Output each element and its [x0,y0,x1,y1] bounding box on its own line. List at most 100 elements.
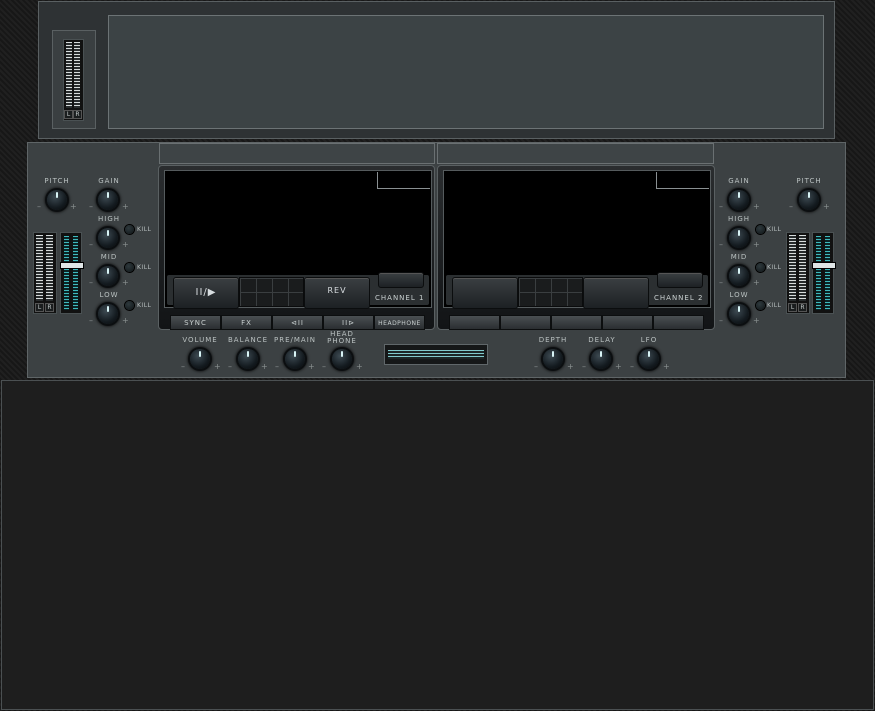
balance-plus: + [261,362,268,371]
pitch-plus-left: + [70,202,77,211]
deck1-channel-label: CHANNEL 1 [375,294,425,302]
channel1-fader-handle[interactable] [60,262,84,269]
balance-knob[interactable] [238,349,258,369]
mid-eq-knob-right[interactable] [729,266,749,286]
deck1-play-pause-button[interactable]: II/▶ [173,277,239,309]
high-eq-knob-left[interactable] [98,228,118,248]
high-kill-label-right: KILL [767,226,782,233]
mid-minus-left: – [89,278,93,287]
high-label-right: HIGH [727,215,751,223]
channel2-fader-handle[interactable] [812,262,836,269]
mid-eq-knob-left[interactable] [98,266,118,286]
pitch-minus-left: – [37,202,41,211]
master-meter-l-label: L [64,110,73,119]
gain-plus-left: + [122,202,129,211]
low-minus-right: – [719,316,723,325]
low-label-right: LOW [729,291,749,299]
channel1-meter-l-label: L [35,303,44,312]
gain-label-right: GAIN [728,177,750,185]
mid-plus-right: + [753,278,760,287]
pre-main-minus: – [275,362,279,371]
channel1-volume-fader[interactable] [60,232,84,314]
headphone-knob[interactable] [332,349,352,369]
gain-label-left: GAIN [98,177,120,185]
deck2-strip-button-2[interactable] [500,315,551,330]
low-kill-button-left[interactable] [125,301,134,310]
deck2-strip-button-4[interactable] [602,315,653,330]
deck2-strip-button-3[interactable] [551,315,602,330]
master-meter-r-label: R [73,110,82,119]
pitch-knob-left[interactable] [47,190,67,210]
deck2-strip-button-1[interactable] [449,315,500,330]
high-kill-button-left[interactable] [125,225,134,234]
deck2-channel-label: CHANNEL 2 [654,294,704,302]
low-label-left: LOW [99,291,119,299]
mid-label-left: MID [100,253,118,261]
headphone-minus: – [322,362,326,371]
deck2-cue-button[interactable] [657,272,703,288]
channel2-volume-fader[interactable] [812,232,836,314]
low-plus-left: + [122,316,129,325]
lfo-plus: + [663,362,670,371]
top-panel: L R [38,1,835,139]
high-kill-label-left: KILL [137,226,152,233]
deck1-reverse-button[interactable]: REV [304,277,370,309]
crossfader[interactable] [384,344,488,365]
channel1-meter-right-bar [46,235,53,301]
depth-plus: + [567,362,574,371]
pitch-knob-right[interactable] [799,190,819,210]
high-eq-knob-right[interactable] [729,228,749,248]
low-kill-label-right: KILL [767,302,782,309]
deck1-title-bar [159,143,435,164]
high-minus-right: – [719,240,723,249]
channel2-fader-track-right [825,236,830,310]
deck1-fx-button[interactable]: FX [221,315,272,330]
low-eq-knob-left[interactable] [98,304,118,324]
volume-plus: + [214,362,221,371]
deck1-pitch-bend-down-button[interactable]: ⊲II [272,315,323,330]
high-label-left: HIGH [97,215,121,223]
deck1-loop-grid[interactable] [239,277,304,307]
master-meter-right-bar [74,42,80,108]
deck1-headphone-button[interactable]: HEADPHONE [374,315,425,330]
high-kill-button-right[interactable] [756,225,765,234]
gain-knob-left[interactable] [98,190,118,210]
channel1-meter-r-label: R [45,303,54,312]
gain-minus-left: – [89,202,93,211]
channel1-fader-track-left [64,236,69,310]
depth-knob[interactable] [543,349,563,369]
waveform-overview-display [108,15,824,129]
deck1-pitch-bend-up-button[interactable]: II⊳ [323,315,374,330]
low-kill-button-right[interactable] [756,301,765,310]
lfo-knob[interactable] [639,349,659,369]
channel2-vu-meter: L R [786,232,810,314]
low-eq-knob-right[interactable] [729,304,749,324]
channel2-meter-right-bar [799,235,806,301]
delay-knob[interactable] [591,349,611,369]
browser-panel [1,380,874,710]
deck2-loop-grid[interactable] [518,277,583,307]
mid-kill-button-right[interactable] [756,263,765,272]
channel2-meter-r-label: R [798,303,807,312]
pitch-label-left: PITCH [44,177,70,185]
deck2-frame: CHANNEL 2 [437,165,715,330]
mid-kill-button-left[interactable] [125,263,134,272]
deck1-cue-button[interactable] [378,272,424,288]
channel1-vu-meter: L R [33,232,57,314]
delay-minus: – [582,362,586,371]
gain-knob-right[interactable] [729,190,749,210]
mid-minus-right: – [719,278,723,287]
high-minus-left: – [89,240,93,249]
volume-knob[interactable] [190,349,210,369]
lfo-minus: – [630,362,634,371]
pitch-minus-right: – [789,202,793,211]
deck2-strip-button-5[interactable] [653,315,704,330]
master-vu-meter: L R [63,39,84,121]
deck2-play-pause-button[interactable] [452,277,518,309]
headphone-label-bottom: PHONE [327,337,357,345]
pre-main-knob[interactable] [285,349,305,369]
high-plus-left: + [122,240,129,249]
deck2-reverse-button[interactable] [583,277,649,309]
deck1-sync-button[interactable]: SYNC [170,315,221,330]
lfo-label: LFO [640,336,658,344]
